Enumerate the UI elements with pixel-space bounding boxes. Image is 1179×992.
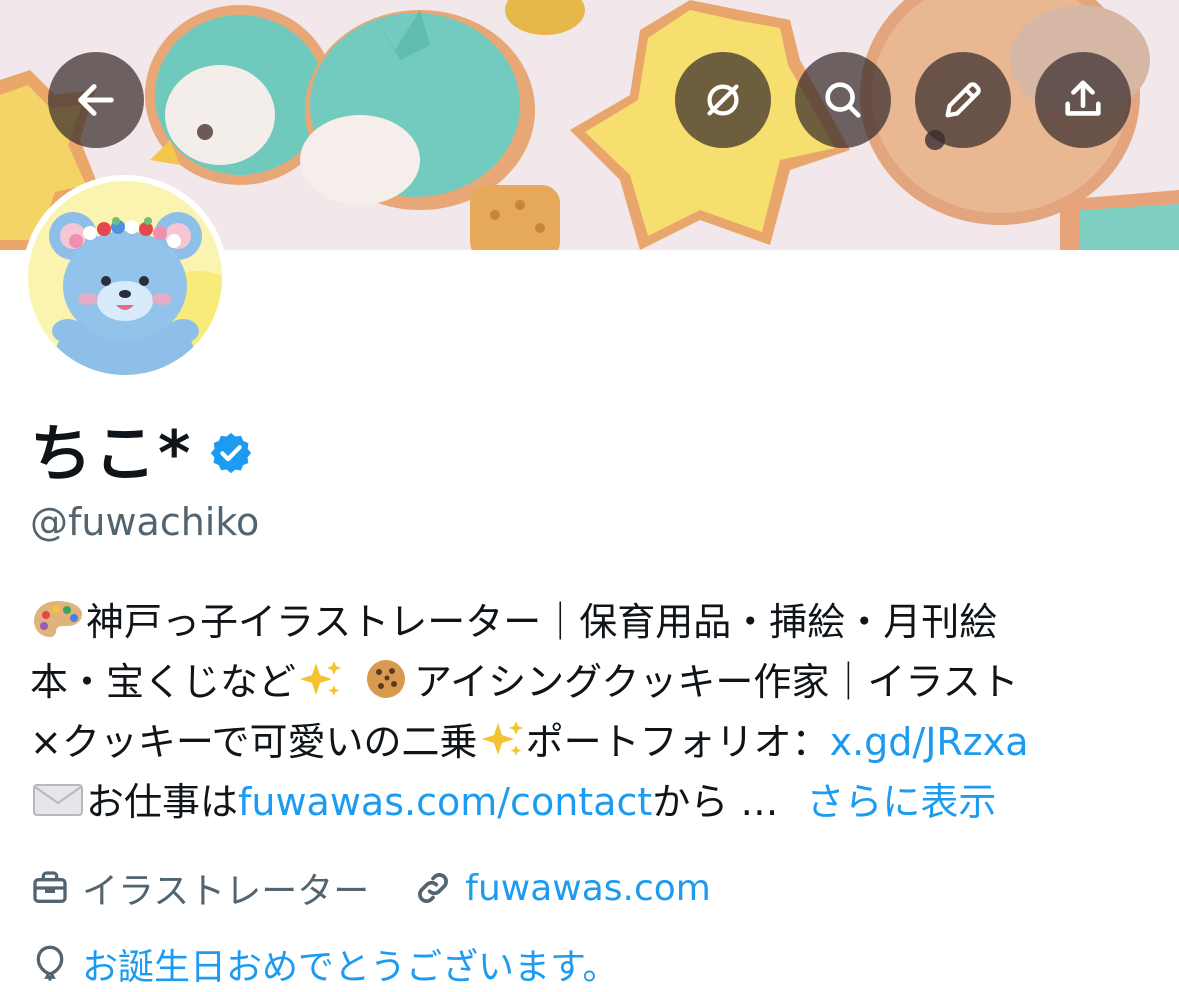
profile-meta-row: イラストレーター fuwawas.com: [30, 862, 711, 914]
envelope-emoji-icon: [33, 784, 83, 816]
birthday: お誕生日おめでとうございます。: [30, 938, 618, 990]
bio-line-3: ×クッキーで可愛いの二乗 ポートフォリオ：x.gd/JRzxa: [30, 712, 1160, 772]
website-link[interactable]: fuwawas.com: [465, 868, 711, 909]
contact-link[interactable]: fuwawas.com/contact: [238, 780, 652, 824]
sparkles-emoji-icon: [481, 721, 523, 756]
cookie-emoji-icon: [367, 660, 406, 698]
avatar[interactable]: [22, 175, 228, 381]
share-button[interactable]: [1035, 52, 1131, 148]
profession-label: イラストレーター: [82, 871, 370, 912]
handle: @fuwachiko: [30, 500, 260, 544]
bio-line-2-b: アイシングクッキー作家｜イラスト: [414, 660, 1019, 704]
share-icon: [1065, 80, 1101, 116]
bio: 神戸っ子イラストレーター｜保育用品・挿絵・月刊絵 本・宝くじなど アイシングクッ…: [30, 592, 1160, 832]
bio-line-3-text: ×クッキーで可愛いの二乗: [30, 720, 478, 764]
pencil-icon: [945, 82, 981, 118]
portfolio-link[interactable]: x.gd/JRzxa: [830, 720, 1029, 764]
birthday-message[interactable]: お誕生日おめでとうございます。: [82, 938, 618, 990]
edit-button[interactable]: [915, 52, 1011, 148]
bio-line-1: 神戸っ子イラストレーター｜保育用品・挿絵・月刊絵: [30, 592, 1160, 652]
briefcase-icon: [33, 871, 67, 903]
link-icon: [418, 873, 449, 903]
verified-badge-icon[interactable]: [208, 430, 254, 476]
sparkles-emoji-icon: [300, 661, 342, 696]
name-row: ちこ*: [30, 410, 254, 490]
bio-line-1-text: 神戸っ子イラストレーター｜保育用品・挿絵・月刊絵: [86, 600, 998, 644]
show-more-link[interactable]: さらに表示: [806, 780, 996, 824]
bio-line-4-a: お仕事は: [86, 780, 239, 824]
balloon-icon: [36, 945, 64, 981]
palette-emoji-icon: [34, 601, 82, 637]
display-name: ちこ*: [30, 417, 193, 490]
profession: イラストレーター: [30, 862, 369, 914]
grok-button[interactable]: [675, 52, 771, 148]
back-button[interactable]: [48, 52, 144, 148]
search-icon: [825, 82, 861, 118]
birthday-row: お誕生日おめでとうございます。: [30, 938, 618, 990]
back-arrow-icon: [78, 84, 114, 116]
grok-icon: [707, 84, 739, 116]
bio-line-2: 本・宝くじなど アイシングクッキー作家｜イラスト: [30, 652, 1160, 712]
bio-line-3-b: ポートフォリオ：: [525, 720, 830, 764]
bio-line-4: お仕事はfuwawas.com/contactから … さらに表示: [30, 772, 1160, 832]
website[interactable]: fuwawas.com: [413, 868, 711, 909]
bio-line-2-a: 本・宝くじなど: [30, 660, 297, 704]
search-button[interactable]: [795, 52, 891, 148]
avatar-image: [28, 181, 222, 375]
bio-line-4-b: から …: [652, 780, 779, 824]
